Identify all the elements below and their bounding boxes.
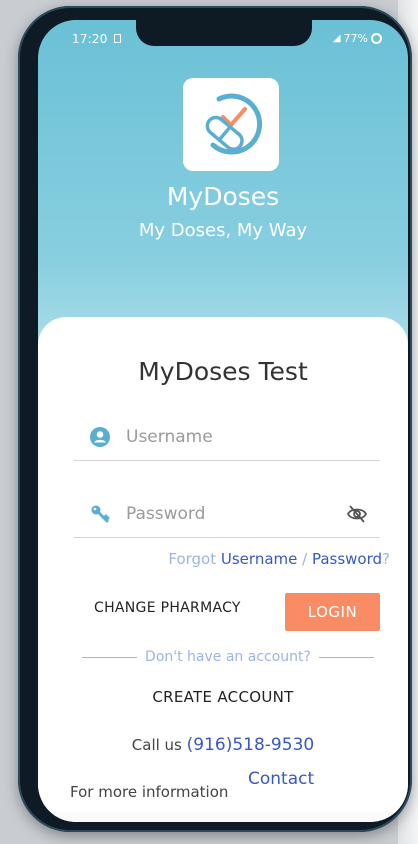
forgot-prefix: Forgot [168,550,221,568]
app-name: MyDoses [166,182,280,211]
camera-notch [136,20,312,46]
forgot-password-link[interactable]: Password [312,550,382,568]
status-indicators: ◢ 77% [333,32,382,45]
app-tagline: My Doses, My Way [138,220,308,241]
signal-icon: ◢ [332,33,341,44]
password-field [74,490,380,538]
pill-clock-icon [205,93,263,154]
password-input[interactable] [126,503,346,524]
system-nav-bar [38,812,408,822]
contact-link[interactable]: Contact [248,769,314,789]
status-time: 17:20 [72,32,108,46]
divider-line-left [82,656,138,658]
divider-line-right [318,656,375,658]
app-logo [183,78,279,171]
phone-number-link[interactable]: (916)518-9530 [187,735,315,755]
phone-screen: 17:20 ◢ 77% MyDoses My Doses, My Way MyD… [38,20,408,822]
key-icon [90,504,110,524]
user-icon [90,426,110,447]
no-account-divider: Don't have an account? [82,647,375,667]
forgot-separator: / [297,550,312,568]
no-account-text: Don't have an account? [145,649,311,665]
toggle-password-visibility-icon[interactable] [346,504,368,524]
sim-icon [114,34,121,43]
battery-icon [371,33,382,44]
login-card: MyDoses Test Username Forgot Username / … [38,317,408,822]
forgot-suffix: ? [382,550,390,568]
battery-percent: 77% [343,32,368,45]
username-input[interactable] [126,426,346,447]
pharmacy-title: MyDoses Test [138,357,308,386]
call-us-label: Call us [131,736,187,754]
login-button[interactable]: LOGIN [285,593,380,631]
change-pharmacy-button[interactable]: CHANGE PHARMACY [94,592,241,624]
username-field [74,413,380,461]
forgot-credentials: Forgot Username / Password? [168,550,390,568]
create-account-button[interactable]: CREATE ACCOUNT [38,680,408,714]
more-info-label: For more information [70,783,229,801]
call-us-row: Call us (916)518-9530 [38,735,408,755]
forgot-username-link[interactable]: Username [221,550,297,568]
